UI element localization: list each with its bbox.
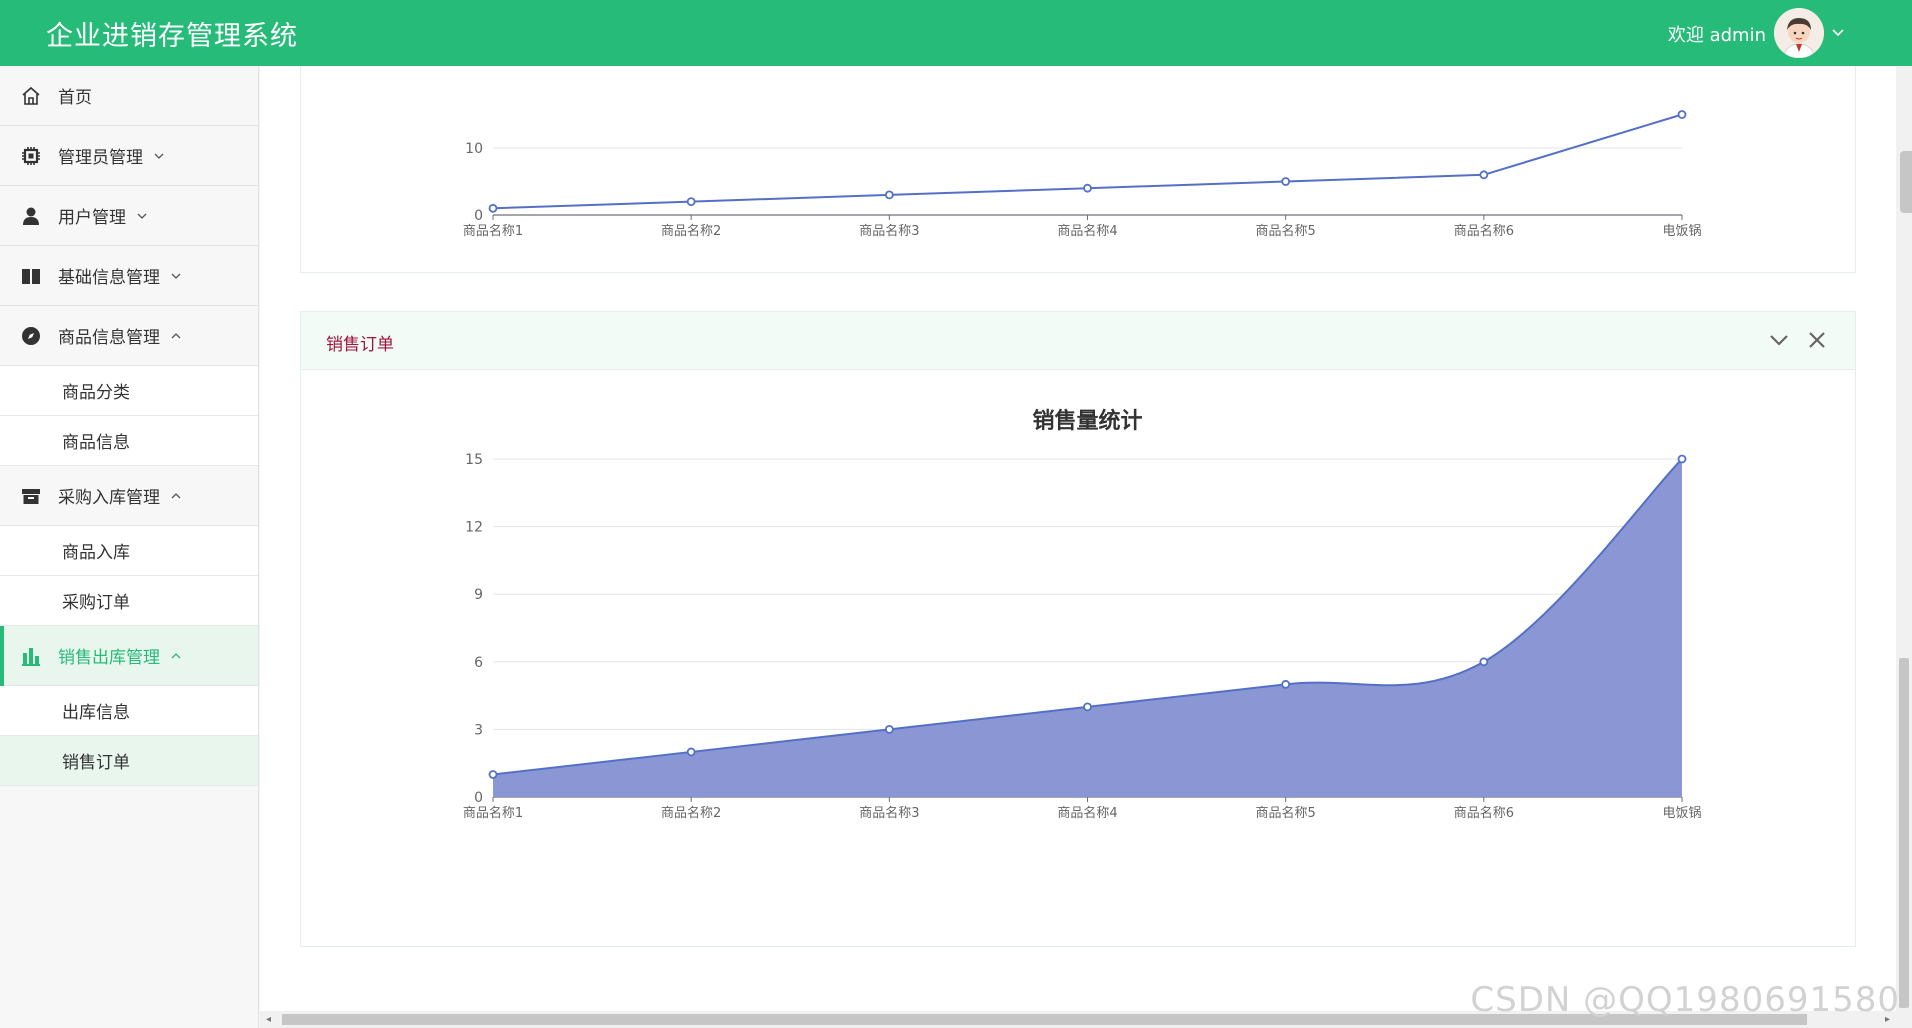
sidebar-item-label: 基础信息管理 — [58, 268, 160, 288]
sidebar-item-label: 销售出库管理 — [58, 648, 160, 668]
top-header: 企业进销存管理系统 欢迎 admin — [0, 0, 1912, 66]
sidebar-item-label: 采购入库管理 — [58, 488, 160, 508]
series-line — [492, 113, 1683, 210]
sidebar-item-user-management[interactable]: 用户管理 — [0, 186, 258, 246]
scroll-left-icon[interactable]: ◂ — [263, 1014, 274, 1025]
sidebar: 首页 管理员管理 用户管理 基础信息管理 商品信息管理 商品分类 商品信息 采购… — [0, 66, 259, 1028]
bar-chart-icon — [20, 645, 42, 667]
user-avatar[interactable] — [1774, 8, 1824, 58]
collapse-icon[interactable] — [1767, 328, 1791, 352]
chart-group: 销售量统计 0 3 6 9 12 15 商品名称1 商品名称2 商品名称3 商品名称4 商品名称5 商品… — [463, 408, 1702, 821]
sidebar-item-label: 首页 — [58, 88, 92, 108]
vertical-scrollbar-thumb[interactable] — [1899, 658, 1909, 1008]
chevron-up-icon — [170, 490, 182, 502]
y-tick-label: 12 — [465, 520, 483, 536]
x-tick-label: 商品名称2 — [661, 223, 721, 239]
data-point — [1677, 110, 1687, 119]
data-point — [686, 197, 696, 207]
data-point — [686, 747, 696, 757]
data-point — [1083, 183, 1092, 193]
y-tick-label: 6 — [474, 655, 483, 671]
data-point — [884, 724, 894, 734]
x-tick-label: 商品名称5 — [1256, 805, 1316, 821]
data-point — [488, 203, 498, 213]
area-fill — [493, 459, 1682, 797]
main-content: 0 10 商品名称1 商品名称2 商品名称3 商品名称4 商品名称5 商品名称6 电饭锅 销售订… — [260, 66, 1904, 1011]
sidebar-subitem-goods-inbound[interactable]: 商品入库 — [0, 526, 258, 576]
chevron-up-icon — [170, 330, 182, 342]
archive-icon — [20, 485, 42, 507]
data-point — [1677, 454, 1687, 464]
chart-title: 销售量统计 — [1032, 408, 1142, 434]
compass-icon — [20, 325, 42, 347]
sidebar-item-goods-info-management[interactable]: 商品信息管理 — [0, 306, 258, 366]
sidebar-item-label: 商品信息管理 — [58, 328, 160, 348]
data-point — [1479, 170, 1489, 180]
panel-header: 销售订单 — [301, 312, 1855, 370]
y-tick-label: 15 — [465, 452, 483, 468]
chart-panel-top: 0 10 商品名称1 商品名称2 商品名称3 商品名称4 商品名称5 商品名称6 电饭锅 — [300, 66, 1856, 273]
x-tick-label: 电饭锅 — [1662, 223, 1701, 239]
chevron-down-icon[interactable] — [1830, 24, 1846, 40]
x-tick-label: 商品名称2 — [661, 805, 721, 821]
y-tick-label: 10 — [465, 141, 483, 157]
sales-order-panel: 销售订单 销售量统计 0 3 6 9 12 15 商品名称1 商品名称2 商品名称3 商品名称4 商品… — [300, 311, 1856, 947]
close-icon[interactable] — [1805, 328, 1829, 352]
sidebar-item-home[interactable]: 首页 — [0, 66, 258, 126]
x-tick-label: 电饭锅 — [1662, 805, 1701, 821]
data-point — [1479, 657, 1489, 667]
y-tick-label: 0 — [474, 790, 483, 806]
sidebar-subitem-goods-category[interactable]: 商品分类 — [0, 366, 258, 416]
y-tick-label: 9 — [474, 587, 483, 603]
x-tick-label: 商品名称6 — [1454, 805, 1514, 821]
data-point — [1281, 177, 1291, 186]
sidebar-item-basic-info[interactable]: 基础信息管理 — [0, 246, 258, 306]
x-tick-label: 商品名称4 — [1057, 805, 1117, 821]
watermark: CSDN @QQ1980691580 — [1470, 980, 1900, 1020]
home-icon — [20, 85, 42, 107]
data-point — [1281, 679, 1291, 689]
x-tick-label: 商品名称3 — [859, 805, 919, 821]
data-point — [1083, 702, 1092, 712]
x-tick-label: 商品名称6 — [1454, 223, 1514, 239]
y-tick-label: 0 — [474, 208, 483, 224]
sidebar-subitem-outbound-info[interactable]: 出库信息 — [0, 686, 258, 736]
line-chart-top: 0 10 商品名称1 商品名称2 商品名称3 商品名称4 商品名称5 商品名称6 电饭锅 — [463, 110, 1702, 239]
chevron-down-icon — [153, 150, 165, 162]
welcome-text: 欢迎 admin — [1667, 25, 1766, 46]
chip-icon — [20, 145, 42, 167]
sidebar-subitem-purchase-order[interactable]: 采购订单 — [0, 576, 258, 626]
chevron-down-icon — [170, 270, 182, 282]
vertical-scrollbar[interactable] — [1896, 66, 1912, 1028]
data-point — [884, 190, 894, 200]
user-icon — [20, 205, 42, 227]
x-tick-label: 商品名称1 — [463, 223, 523, 239]
x-tick-label: 商品名称5 — [1256, 223, 1316, 239]
chart-group: 0 10 商品名称1 商品名称2 商品名称3 商品名称4 商品名称5 商品名称6 电饭锅 — [463, 110, 1702, 239]
panel-title: 销售订单 — [326, 335, 394, 355]
x-tick-label: 商品名称4 — [1057, 223, 1117, 239]
sidebar-item-purchase-management[interactable]: 采购入库管理 — [0, 466, 258, 526]
sidebar-subitem-goods-info[interactable]: 商品信息 — [0, 416, 258, 466]
sidebar-item-label: 管理员管理 — [58, 148, 143, 168]
x-tick-label: 商品名称1 — [463, 805, 523, 821]
x-tick-label: 商品名称3 — [859, 223, 919, 239]
sidebar-item-sales-management[interactable]: 销售出库管理 — [0, 626, 258, 686]
chevron-up-icon — [170, 650, 182, 662]
chevron-down-icon — [136, 210, 148, 222]
scroll-thumb-marker[interactable] — [1900, 151, 1912, 213]
book-icon — [20, 265, 42, 287]
app-title: 企业进销存管理系统 — [46, 21, 298, 52]
area-chart-sales: 销售量统计 0 3 6 9 12 15 商品名称1 商品名称2 商品名称3 商品名称4 商品名称5 商品… — [463, 408, 1702, 821]
data-point — [488, 770, 498, 779]
sidebar-subitem-sales-order[interactable]: 销售订单 — [0, 736, 258, 786]
sidebar-item-label: 用户管理 — [58, 208, 126, 228]
sidebar-item-admin-management[interactable]: 管理员管理 — [0, 126, 258, 186]
y-tick-label: 3 — [474, 722, 483, 738]
